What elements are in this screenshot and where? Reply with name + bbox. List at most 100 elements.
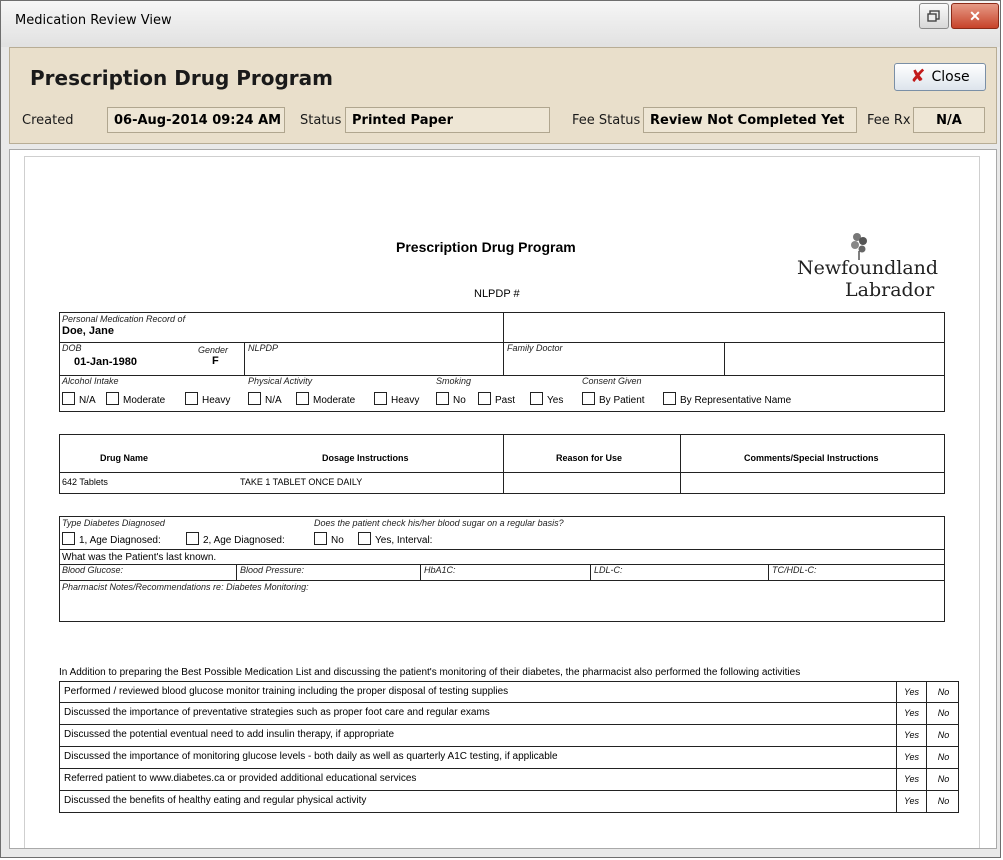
- fee-rx-value: N/A: [913, 107, 985, 133]
- window-close-button[interactable]: ✕: [951, 3, 999, 29]
- alcohol-moderate-option: Moderate: [106, 392, 165, 406]
- created-label: Created: [22, 113, 74, 128]
- consent-representative-option: By Representative Name: [663, 392, 791, 406]
- restore-button[interactable]: [919, 3, 949, 29]
- hba1c-label: HbA1C:: [424, 565, 456, 575]
- activity-yes: Yes: [896, 703, 926, 724]
- activity-row: Discussed the importance of preventative…: [59, 703, 959, 725]
- tc-hdl-label: TC/HDL-C:: [772, 565, 817, 575]
- check-no-option: No: [314, 532, 344, 546]
- drug-name-header: Drug Name: [100, 453, 149, 463]
- restore-icon: [927, 10, 940, 22]
- checkbox-icon: [582, 392, 595, 405]
- close-button-label: Close: [931, 69, 970, 85]
- dosage-header: Dosage Instructions: [322, 453, 409, 463]
- checkbox-icon: [358, 532, 371, 545]
- checkbox-icon: [374, 392, 387, 405]
- drug-name-cell: 642 Tablets: [62, 477, 108, 487]
- family-doctor-label: Family Doctor: [507, 343, 563, 353]
- document-viewer[interactable]: Prescription Drug Program NLPDP # Newfou…: [9, 149, 997, 849]
- blood-pressure-label: Blood Pressure:: [240, 565, 305, 575]
- alcohol-heavy-option: Heavy: [185, 392, 230, 406]
- header-panel: Prescription Drug Program ✘ Close Create…: [9, 47, 997, 144]
- status-value: Printed Paper: [345, 107, 550, 133]
- header-info-row: Created 06-Aug-2014 09:24 AM Status Prin…: [10, 104, 996, 136]
- activity-row: Discussed the importance of monitoring g…: [59, 747, 959, 769]
- close-x-icon: ✘: [910, 66, 926, 87]
- dob-label: DOB: [62, 343, 82, 353]
- activity-no: No: [926, 769, 960, 790]
- activity-no: No: [926, 682, 960, 703]
- activity-no: No: [926, 747, 960, 768]
- close-button[interactable]: ✘ Close: [894, 63, 986, 91]
- checkbox-icon: [62, 532, 75, 545]
- newfoundland-labrador-logo: Newfoundland Labrador: [797, 229, 939, 309]
- activity-yes: Yes: [896, 769, 926, 790]
- activity-text: Performed / reviewed blood glucose monit…: [64, 686, 509, 697]
- checkbox-icon: [185, 392, 198, 405]
- activity-no: No: [926, 791, 960, 812]
- checkbox-icon: [106, 392, 119, 405]
- checkbox-icon: [478, 392, 491, 405]
- window-title: Medication Review View: [15, 13, 172, 28]
- dosage-cell: TAKE 1 TABLET ONCE DAILY: [240, 477, 363, 487]
- activity-yes: Yes: [896, 791, 926, 812]
- activity-row: Discussed the potential eventual need to…: [59, 725, 959, 747]
- gender-label: Gender: [198, 345, 229, 355]
- page-title: Prescription Drug Program: [30, 66, 333, 90]
- reason-header: Reason for Use: [556, 453, 623, 463]
- activities-intro: In Addition to preparing the Best Possib…: [59, 667, 801, 678]
- physical-moderate-option: Moderate: [296, 392, 355, 406]
- gender-value: F: [212, 355, 219, 367]
- ldl-label: LDL-C:: [594, 565, 623, 575]
- patient-info-table: Personal Medication Record of Doe, Jane …: [59, 312, 945, 412]
- physical-heavy-option: Heavy: [374, 392, 419, 406]
- status-label: Status: [300, 113, 342, 128]
- checkbox-icon: [436, 392, 449, 405]
- activity-text: Discussed the potential eventual need to…: [64, 729, 395, 740]
- logo-text-newfoundland: Newfoundland: [797, 257, 939, 279]
- diabetes-type-label: Type Diabetes Diagnosed: [62, 518, 165, 528]
- checkbox-icon: [663, 392, 676, 405]
- activity-text: Discussed the benefits of healthy eating…: [64, 795, 367, 806]
- checkbox-icon: [314, 532, 327, 545]
- smoking-yes-option: Yes: [530, 392, 563, 406]
- activity-row: Performed / reviewed blood glucose monit…: [59, 681, 959, 703]
- title-bar: Medication Review View ✕: [1, 1, 1000, 47]
- drug-table: Drug Name Dosage Instructions Reason for…: [59, 434, 945, 494]
- checkbox-icon: [248, 392, 261, 405]
- checkbox-icon: [62, 392, 75, 405]
- blood-glucose-label: Blood Glucose:: [62, 565, 124, 575]
- blood-sugar-check-label: Does the patient check his/her blood sug…: [314, 518, 564, 528]
- alcohol-label: Alcohol Intake: [62, 376, 119, 386]
- diabetes-table: Type Diabetes Diagnosed 1, Age Diagnosed…: [59, 516, 945, 622]
- fee-rx-label: Fee Rx: [867, 113, 911, 128]
- activity-row: Referred patient to www.diabetes.ca or p…: [59, 769, 959, 791]
- smoking-label: Smoking: [436, 376, 472, 386]
- consent-label: Consent Given: [582, 376, 642, 386]
- dob-value: 01-Jan-1980: [74, 356, 137, 368]
- activity-yes: Yes: [896, 682, 926, 703]
- type-2-option: 2, Age Diagnosed:: [186, 532, 285, 546]
- checkbox-icon: [186, 532, 199, 545]
- patient-name: Doe, Jane: [62, 325, 114, 337]
- type-1-option: 1, Age Diagnosed:: [62, 532, 161, 546]
- activity-text: Referred patient to www.diabetes.ca or p…: [64, 773, 417, 784]
- checkbox-icon: [530, 392, 543, 405]
- alcohol-na-option: N/A: [62, 392, 96, 406]
- record-of-label: Personal Medication Record of: [62, 314, 186, 324]
- fee-status-label: Fee Status: [572, 113, 641, 128]
- pharmacist-notes-label: Pharmacist Notes/Recommendations re: Dia…: [62, 582, 309, 592]
- comments-header: Comments/Special Instructions: [744, 453, 879, 463]
- nlpdp-number-label: NLPDP #: [474, 288, 520, 300]
- physical-na-option: N/A: [248, 392, 282, 406]
- last-known-label: What was the Patient's last known.: [62, 552, 217, 563]
- created-value: 06-Aug-2014 09:24 AM: [107, 107, 285, 133]
- activity-text: Discussed the importance of preventative…: [64, 707, 490, 718]
- document-title: Prescription Drug Program: [396, 239, 576, 255]
- activity-yes: Yes: [896, 747, 926, 768]
- activity-no: No: [926, 725, 960, 746]
- smoking-no-option: No: [436, 392, 466, 406]
- consent-patient-option: By Patient: [582, 392, 645, 406]
- logo-text-labrador: Labrador: [845, 279, 935, 301]
